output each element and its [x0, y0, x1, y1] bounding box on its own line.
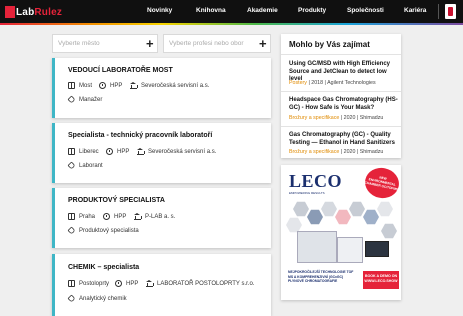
map-icon — [68, 82, 75, 89]
job-title[interactable]: CHEMIK – specialista — [68, 264, 139, 271]
nav-akademie[interactable]: Akademie — [247, 7, 278, 14]
clock-icon — [99, 82, 106, 89]
job-company: Severočeská servisní a.s. — [130, 82, 209, 89]
rainbow-stripe — [0, 23, 463, 25]
article-meta: Postery | 2018 | Agilent Technologies — [289, 80, 376, 86]
job-company: LABORATOŘ POSTOLOPRTY s.r.o. — [146, 280, 254, 287]
location-filter[interactable]: Vyberte město + — [52, 34, 158, 53]
company-icon — [146, 280, 154, 287]
job-card[interactable]: Specialista - technický pracovník labora… — [52, 123, 271, 183]
monitor-image — [365, 241, 389, 257]
clock-icon — [115, 280, 122, 287]
profession-filter[interactable]: Vyberte profesi nebo obor + — [163, 34, 271, 53]
hexagon-graphic — [335, 209, 351, 225]
article-title[interactable]: Headspace Gas Chromatography (HS-GC) - H… — [289, 97, 399, 112]
hexagon-graphic — [321, 201, 337, 217]
hexagon-graphic — [293, 201, 309, 217]
map-icon — [68, 280, 75, 287]
map-icon — [68, 148, 75, 155]
article-category[interactable]: Postery — [289, 80, 307, 86]
gc-instrument-image — [297, 231, 337, 263]
hexagon-graphic — [307, 209, 323, 225]
job-card[interactable]: VEDOUCÍ LABORATOŘE MOST Most HPP Severoč… — [52, 58, 271, 118]
hexagon-graphic — [381, 223, 397, 239]
divider — [281, 54, 401, 55]
job-type: HPP — [103, 213, 126, 220]
job-field: Laborant — [67, 161, 103, 170]
clock-icon — [106, 148, 113, 155]
related-articles-panel: Mohlo by Vás zajímat Using GC/MSD with H… — [281, 34, 401, 158]
user-icon[interactable] — [445, 4, 456, 19]
article-title[interactable]: Gas Chromatography (GC) - Quality Testin… — [289, 132, 399, 147]
tag-icon — [67, 161, 76, 170]
new-product-badge: NEW ENVIRONMENTAL CHAMBER GC/TOFMS — [362, 165, 401, 202]
tag-icon — [67, 294, 76, 303]
job-title[interactable]: Specialista - technický pracovník labora… — [68, 132, 212, 139]
labrulez-logo[interactable]: LabRulez — [5, 5, 62, 19]
top-navigation: LabRulez Novinky Knihovna Akademie Produ… — [0, 0, 463, 23]
job-type: HPP — [99, 82, 122, 89]
divider — [281, 126, 401, 127]
divider — [281, 91, 401, 92]
nav-novinky[interactable]: Novinky — [147, 7, 172, 14]
job-card[interactable]: PRODUKTOVÝ SPECIALISTA Praha HPP P-LAB a… — [52, 188, 271, 248]
leco-logo: LECO — [289, 171, 343, 191]
job-city: Liberec — [68, 148, 99, 155]
nav-kariera[interactable]: Kariéra — [404, 7, 426, 14]
nav-produkty[interactable]: Produkty — [298, 7, 326, 14]
company-icon — [130, 82, 138, 89]
book-demo-button[interactable]: BOOK A DEMO ON WWW.LECO.SHOW — [363, 271, 399, 289]
clock-icon — [103, 213, 110, 220]
map-icon — [68, 213, 75, 220]
location-input[interactable]: Vyberte město — [58, 40, 100, 47]
job-city: Postoloprty — [68, 280, 109, 287]
company-icon — [137, 148, 145, 155]
nav-divider — [438, 4, 439, 19]
hexagon-graphic — [377, 201, 393, 217]
hexagon-graphic — [349, 201, 365, 217]
article-category[interactable]: Brožury a specifikace — [289, 149, 339, 155]
job-field: Analytický chemik — [67, 294, 127, 303]
leco-advertisement[interactable]: LECO EMPOWERING RESULTS NEW ENVIRONMENTA… — [281, 165, 401, 300]
profession-input[interactable]: Vyberte profesi nebo obor — [169, 40, 244, 47]
job-field: Produktový specialista — [67, 226, 139, 235]
job-field: Manažer — [67, 95, 102, 104]
logo-mark-icon — [5, 6, 15, 18]
hexagon-graphic — [363, 209, 379, 225]
job-city: Praha — [68, 213, 95, 220]
article-meta: Brožury a specifikace | 2020 | Shimadzu — [289, 115, 384, 121]
job-city: Most — [68, 82, 92, 89]
logo-text-part1: Lab — [16, 6, 35, 18]
plus-icon[interactable]: + — [259, 37, 267, 50]
tag-icon — [67, 226, 76, 235]
leco-tagline: EMPOWERING RESULTS — [289, 191, 325, 195]
job-type: HPP — [115, 280, 138, 287]
tofms-instrument-image — [337, 237, 363, 263]
panel-title: Mohlo by Vás zajímat — [289, 40, 370, 49]
article-category[interactable]: Brožury a specifikace — [289, 115, 339, 121]
job-company: Severočeská servisní a.s. — [137, 148, 216, 155]
tag-icon — [67, 95, 76, 104]
nav-knihovna[interactable]: Knihovna — [196, 7, 226, 14]
job-company: P-LAB a. s. — [134, 213, 175, 220]
article-meta: Brožury a specifikace | 2020 | Shimadzu — [289, 149, 384, 155]
plus-icon[interactable]: + — [146, 37, 154, 50]
job-type: HPP — [106, 148, 129, 155]
logo-text-part2: Rulez — [34, 6, 63, 18]
company-icon — [134, 213, 142, 220]
nav-spolecnosti[interactable]: Společnosti — [347, 7, 384, 14]
job-title[interactable]: PRODUKTOVÝ SPECIALISTA — [68, 197, 165, 204]
leco-description: NEJPOKROČILEJŠÍ TECHNOLOGIE TOF MS A KOM… — [288, 270, 354, 283]
job-title[interactable]: VEDOUCÍ LABORATOŘE MOST — [68, 67, 173, 74]
job-card[interactable]: CHEMIK – specialista Postoloprty HPP LAB… — [52, 254, 271, 316]
